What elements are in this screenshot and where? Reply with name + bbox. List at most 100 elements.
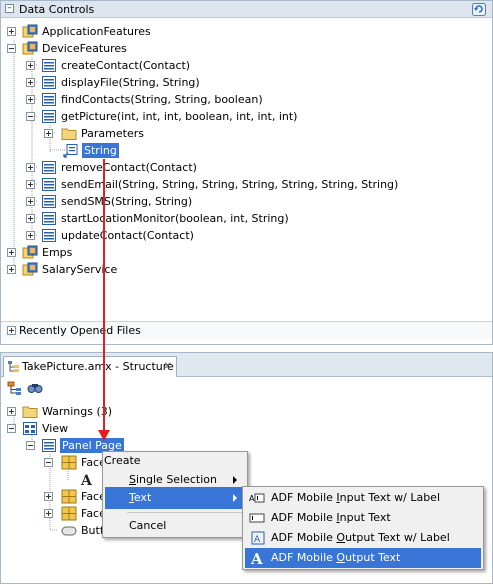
tree-item-salary-service[interactable]: SalaryService — [1, 261, 201, 278]
output-text-label-icon: A — [251, 531, 265, 545]
tree-item-label: ApplicationFeatures — [42, 25, 151, 38]
menu-item-label: ADF Mobile — [271, 511, 337, 524]
tree-item-label: createContact(Contact) — [61, 59, 191, 72]
tree-item-find-contacts[interactable]: findContacts(String, String, boolean) — [1, 91, 301, 108]
folder-icon — [22, 406, 38, 418]
tree-item-label: findContacts(String, String, boolean) — [61, 93, 263, 106]
menu-item-label: ingle Selection — [135, 473, 218, 486]
tree-item-remove-contact[interactable]: removeContact(Contact) — [1, 159, 261, 176]
expand-icon[interactable] — [26, 214, 35, 223]
expand-icon[interactable] — [7, 27, 16, 36]
button-icon — [61, 526, 77, 536]
data-controls-panel: – Data Controls ApplicationFeatures Devi… — [0, 0, 493, 345]
tree-item-send-sms[interactable]: sendSMS(String, String) — [1, 193, 261, 210]
menu-item-label: nput Text — [339, 511, 391, 524]
tree-item-create-contact[interactable]: createContact(Contact) — [1, 57, 261, 74]
tree-item-get-picture[interactable]: getPicture(int, int, int, boolean, int, … — [1, 108, 321, 125]
method-icon — [42, 212, 56, 225]
tree-item-label: displayFile(String, String) — [61, 76, 200, 89]
expand-icon[interactable] — [7, 326, 16, 335]
data-control-icon — [22, 41, 38, 55]
tree-item-label: String — [82, 143, 119, 158]
collapse-icon[interactable] — [7, 424, 16, 433]
expand-icon[interactable] — [26, 61, 35, 70]
menu-item-input-text-with-label[interactable]: A ADF Mobile Input Text w/ Label — [245, 488, 481, 508]
tree-item-label: Butt — [81, 524, 105, 537]
tree-item-device-features[interactable]: DeviceFeatures — [1, 40, 201, 57]
menu-item-label: Create — [104, 454, 141, 467]
output-text-icon: A — [80, 473, 93, 487]
menu-item-output-text[interactable]: A ADF Mobile Output Text — [245, 548, 481, 568]
tree-item-warnings[interactable]: Warnings (3) — [1, 403, 201, 420]
method-icon — [42, 76, 56, 89]
tree-item-label: SalaryService — [42, 263, 118, 276]
expand-icon[interactable] — [26, 95, 35, 104]
svg-text:A: A — [80, 473, 93, 487]
method-icon — [42, 161, 56, 174]
expand-icon[interactable] — [44, 492, 53, 501]
expand-icon[interactable] — [44, 509, 53, 518]
menu-item-label: ext — [133, 491, 152, 504]
tree-item-label: View — [42, 422, 69, 435]
collapse-icon[interactable] — [26, 441, 35, 450]
facet-icon — [61, 506, 77, 521]
collapse-icon[interactable] — [7, 44, 16, 53]
facet-icon — [61, 489, 77, 504]
submenu-arrow-icon — [233, 476, 237, 484]
tree-item-send-email[interactable]: sendEmail(String, String, String, String… — [1, 176, 441, 193]
return-value-icon — [63, 144, 78, 158]
submenu-arrow-icon — [233, 494, 237, 502]
menu-item-label: utput Text — [345, 551, 401, 564]
expand-icon[interactable] — [26, 78, 35, 87]
folder-icon — [61, 128, 77, 140]
menu-item-mnemonic: O — [336, 551, 346, 564]
expand-icon[interactable] — [26, 197, 35, 206]
data-control-icon — [22, 245, 38, 259]
method-icon — [42, 178, 56, 191]
menu-item-output-text-with-label[interactable]: A ADF Mobile Output Text w/ Label — [245, 528, 481, 548]
expand-icon[interactable] — [7, 265, 16, 274]
menu-item-cancel[interactable]: Cancel — [105, 515, 245, 537]
menu-item-text[interactable]: Text — [105, 487, 245, 509]
method-icon — [42, 195, 56, 208]
tree-item-application-features[interactable]: ApplicationFeatures — [1, 23, 201, 40]
facet-icon — [61, 455, 77, 470]
svg-text:A: A — [250, 550, 263, 566]
recently-opened-files-bar[interactable]: Recently Opened Files — [1, 321, 492, 339]
method-icon — [42, 59, 56, 72]
tree-item-parameters[interactable]: Parameters — [1, 125, 201, 142]
expand-icon[interactable] — [26, 163, 35, 172]
data-control-icon — [22, 262, 38, 276]
panel-page-icon — [42, 439, 56, 452]
expand-icon[interactable] — [44, 129, 53, 138]
tree-item-emps[interactable]: Emps — [1, 244, 201, 261]
menu-item-label: Cancel — [129, 519, 167, 532]
expand-icon[interactable] — [26, 231, 35, 240]
method-icon — [42, 93, 56, 106]
tree-item-start-location-monitor[interactable]: startLocationMonitor(boolean, int, Strin… — [1, 210, 301, 227]
collapse-icon[interactable] — [44, 458, 53, 467]
menu-item-label: ADF Mobile — [271, 551, 337, 564]
expand-icon[interactable] — [26, 180, 35, 189]
recently-opened-files-label: Recently Opened Files — [19, 324, 141, 337]
svg-text:A: A — [249, 494, 255, 503]
menu-item-label: nput Text w/ Label — [339, 491, 441, 504]
tree-item-string-selected[interactable]: String — [1, 142, 201, 159]
expand-icon[interactable] — [7, 407, 16, 416]
tree-item-view[interactable]: View — [1, 420, 201, 437]
input-text-label-icon: A — [249, 493, 265, 503]
tree-item-label: Parameters — [81, 127, 144, 140]
tree-item-update-contact[interactable]: updateContact(Contact) — [1, 227, 261, 244]
expand-icon[interactable] — [7, 248, 16, 257]
view-icon — [23, 422, 37, 435]
method-icon — [42, 229, 56, 242]
menu-item-create: Create — [104, 452, 245, 470]
collapse-icon[interactable] — [26, 112, 35, 121]
tree-item-display-file[interactable]: displayFile(String, String) — [1, 74, 261, 91]
data-control-icon — [22, 24, 38, 38]
menu-item-label: ADF Mobile — [271, 491, 337, 504]
text-submenu: A ADF Mobile Input Text w/ Label ADF Mob… — [242, 486, 484, 570]
tree-item-label: Emps — [42, 246, 73, 259]
tree-item-label: sendSMS(String, String) — [61, 195, 193, 208]
menu-item-input-text[interactable]: ADF Mobile Input Text — [245, 508, 481, 528]
